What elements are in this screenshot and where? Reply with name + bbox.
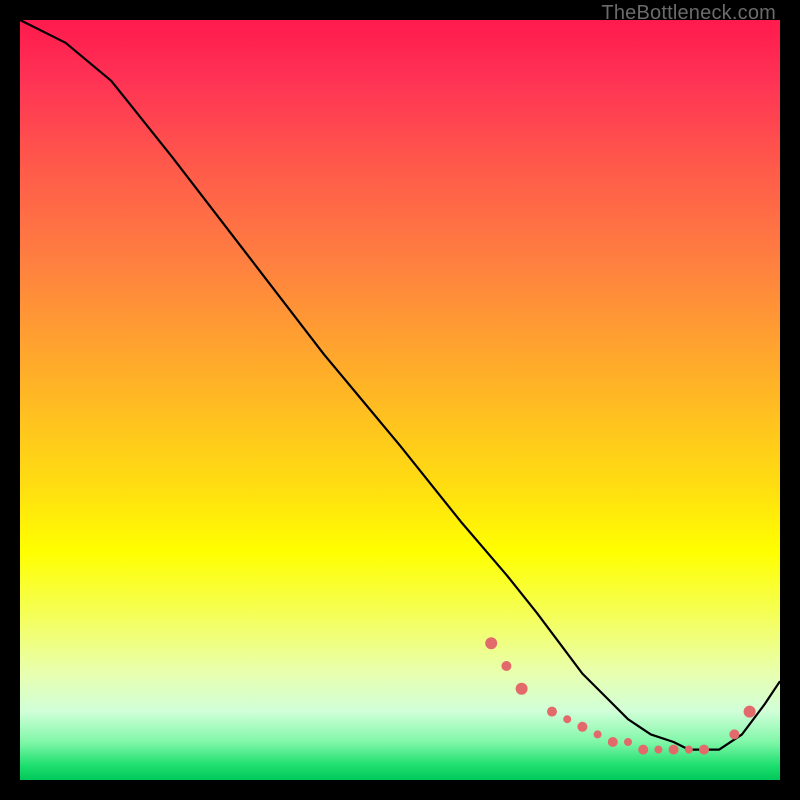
marker-dot [744,706,756,718]
marker-dot [624,738,632,746]
curve-layer [20,20,780,780]
marker-dot [729,729,739,739]
marker-dot [654,746,662,754]
marker-dot [577,722,587,732]
chart-stage: TheBottleneck.com [0,0,800,800]
marker-dot [501,661,511,671]
marker-dot [563,715,571,723]
marker-dot [669,745,679,755]
marker-dot [485,637,497,649]
marker-dot [594,730,602,738]
plot-area [20,20,780,780]
marker-dot [699,745,709,755]
marker-group [485,637,755,754]
marker-dot [638,745,648,755]
marker-dot [685,746,693,754]
bottleneck-curve [20,20,780,750]
marker-dot [608,737,618,747]
marker-dot [516,683,528,695]
marker-dot [547,707,557,717]
